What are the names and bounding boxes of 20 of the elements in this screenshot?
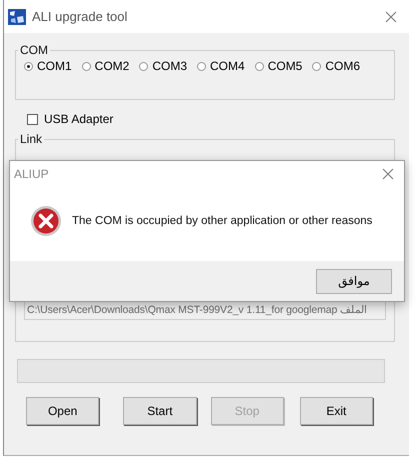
action-button[interactable]: Open (26, 397, 100, 425)
app-icon (8, 8, 26, 24)
error-message: The COM is occupied by other application or other reasons (72, 215, 372, 227)
com-radio[interactable]: COM3 (139, 59, 188, 73)
com-radio[interactable]: COM1 (24, 59, 72, 73)
com-radio[interactable]: COM2 (82, 59, 130, 73)
dialog-title: ALIUP (14, 167, 50, 181)
window-title: ALI upgrade tool (32, 9, 128, 24)
close-icon[interactable] (385, 10, 397, 22)
com-radio[interactable]: COM5 (254, 59, 302, 73)
error-icon (30, 205, 62, 237)
com-radio[interactable]: COM4 (197, 59, 245, 73)
action-button[interactable]: Exit (300, 397, 373, 425)
group-label: COM (19, 43, 49, 57)
com-radio[interactable]: COM6 (312, 59, 360, 73)
usb-adapter-checkbox[interactable]: USB Adapter (27, 111, 397, 127)
group-label: Link (19, 132, 44, 146)
action-button[interactable]: Start (123, 397, 196, 425)
close-icon[interactable] (382, 168, 394, 180)
ok-button[interactable]: موافق (316, 268, 392, 294)
